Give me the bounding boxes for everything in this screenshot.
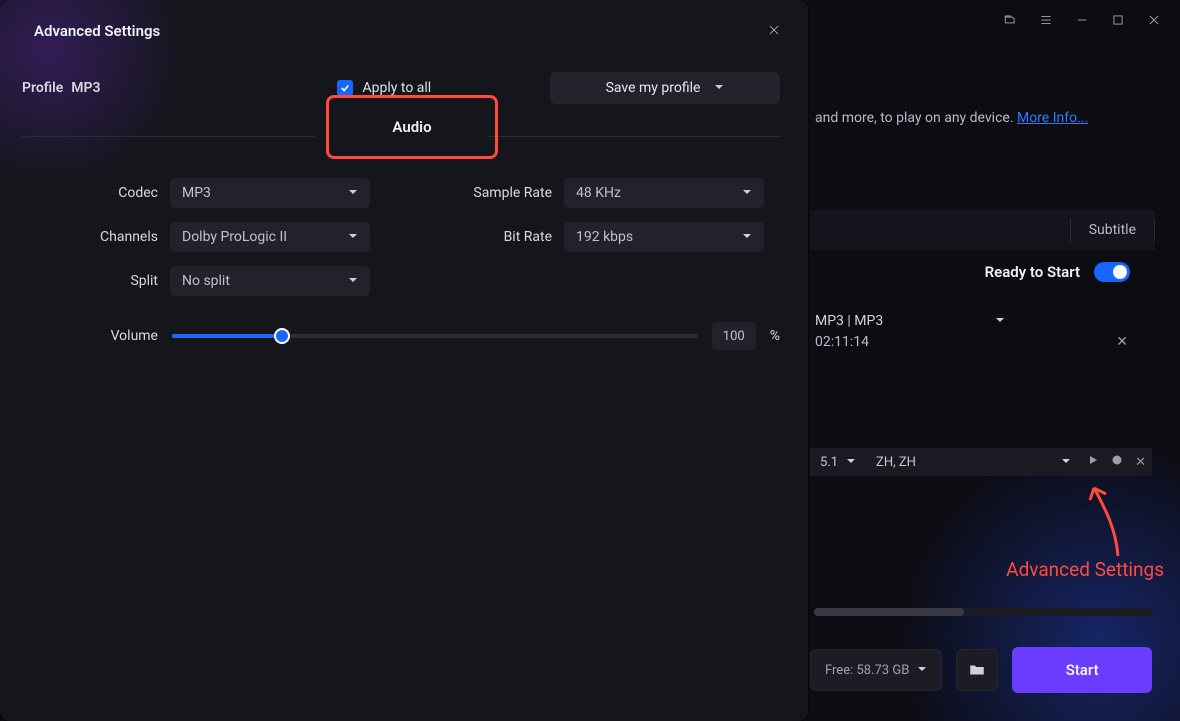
caret-down-icon — [742, 185, 752, 201]
bg-stream-channels[interactable]: 5.1 — [810, 455, 866, 470]
volume-value[interactable]: 100 — [712, 322, 756, 350]
caret-down-icon — [995, 313, 1005, 329]
volume-label: Volume — [22, 328, 158, 344]
ready-to-start: Ready to Start — [985, 262, 1130, 282]
maximize-icon[interactable] — [1110, 12, 1126, 28]
save-profile-button[interactable]: Save my profile — [550, 72, 780, 104]
bg-stream-lang[interactable]: ZH, ZH — [866, 455, 1081, 470]
menu-icon[interactable] — [1038, 12, 1054, 28]
window-close-icon[interactable] — [1146, 12, 1162, 28]
start-button[interactable]: Start — [1012, 647, 1152, 693]
split-label: Split — [22, 273, 158, 289]
caret-down-icon — [917, 663, 927, 678]
channels-select[interactable]: Dolby ProLogic II — [170, 222, 370, 252]
caret-down-icon — [348, 229, 358, 245]
caret-down-icon — [742, 229, 752, 245]
modal-title: Advanced Settings — [34, 22, 160, 40]
bg-row-remove-icon[interactable]: ✕ — [1116, 334, 1128, 350]
advanced-settings-modal: Advanced Settings Profile MP3 Apply to a… — [0, 0, 808, 721]
split-select[interactable]: No split — [170, 266, 370, 296]
annotation-label: Advanced Settings — [1006, 558, 1164, 581]
bg-output-profile-value: MP3 | MP3 — [815, 313, 883, 329]
profile-label: Profile — [22, 80, 63, 96]
remove-stream-icon[interactable]: ✕ — [1129, 455, 1152, 470]
bg-footer: Free: 58.73 GB Start — [810, 647, 1152, 693]
codec-value: MP3 — [182, 185, 211, 201]
bg-duration: 02:11:14 — [815, 334, 869, 350]
bg-stream-channels-value: 5.1 — [820, 455, 838, 470]
bg-output-profile[interactable]: MP3 | MP3 — [815, 308, 1015, 334]
channels-value: Dolby ProLogic II — [182, 229, 287, 245]
theme-icon[interactable] — [1002, 12, 1018, 28]
output-folder-button[interactable] — [956, 649, 998, 691]
bitrate-label: Bit Rate — [382, 229, 552, 245]
bg-teaser-text: and more, to play on any device. — [815, 110, 1017, 126]
play-icon[interactable] — [1081, 454, 1105, 470]
caret-down-icon — [846, 455, 856, 470]
apply-to-all-label: Apply to all — [363, 80, 432, 96]
modal-close-icon[interactable] — [764, 20, 784, 40]
caret-down-icon — [1061, 455, 1071, 470]
section-audio-label: Audio — [392, 118, 431, 136]
volume-row: Volume 100 % — [22, 322, 780, 350]
codec-select[interactable]: MP3 — [170, 178, 370, 208]
codec-label: Codec — [22, 185, 158, 201]
app-window: and more, to play on any device. More In… — [0, 0, 1180, 721]
start-button-label: Start — [1066, 661, 1099, 679]
tab-separator — [1154, 218, 1155, 242]
caret-down-icon — [348, 185, 358, 201]
samplerate-select[interactable]: 48 KHz — [564, 178, 764, 208]
bg-tab-row: Subtitle — [810, 210, 1155, 250]
channels-label: Channels — [22, 229, 158, 245]
apply-to-all-checkbox[interactable] — [337, 80, 353, 96]
tab-subtitle[interactable]: Subtitle — [1071, 222, 1154, 238]
apply-to-all[interactable]: Apply to all — [337, 80, 432, 96]
bg-teaser: and more, to play on any device. More In… — [815, 110, 1088, 126]
split-value: No split — [182, 273, 230, 289]
more-info-link[interactable]: More Info... — [1017, 110, 1088, 126]
caret-down-icon — [714, 80, 724, 96]
bg-stream-row: 5.1 ZH, ZH ✕ — [810, 448, 1152, 476]
ready-toggle[interactable] — [1094, 262, 1130, 282]
samplerate-value: 48 KHz — [576, 185, 621, 201]
audio-form: Codec MP3 Sample Rate 48 KHz Channels Do… — [22, 178, 780, 350]
bitrate-select[interactable]: 192 kbps — [564, 222, 764, 252]
bg-stream-lang-value: ZH, ZH — [876, 455, 916, 470]
save-profile-label: Save my profile — [606, 80, 701, 96]
volume-slider[interactable] — [172, 326, 698, 346]
settings-wrench-icon[interactable] — [1105, 454, 1129, 470]
disk-free-label: Free: 58.73 GB — [825, 663, 909, 678]
volume-unit: % — [770, 328, 780, 344]
ready-label: Ready to Start — [985, 263, 1080, 281]
disk-free-button[interactable]: Free: 58.73 GB — [810, 649, 942, 691]
titlebar — [984, 0, 1180, 40]
section-audio-highlight: Audio — [326, 95, 498, 159]
minimize-icon[interactable] — [1074, 12, 1090, 28]
bg-scrollbar[interactable] — [814, 608, 1152, 616]
bitrate-value: 192 kbps — [576, 229, 633, 245]
profile-value: MP3 — [71, 80, 100, 96]
volume-slider-thumb[interactable] — [274, 328, 290, 344]
samplerate-label: Sample Rate — [382, 185, 552, 201]
caret-down-icon — [348, 273, 358, 289]
